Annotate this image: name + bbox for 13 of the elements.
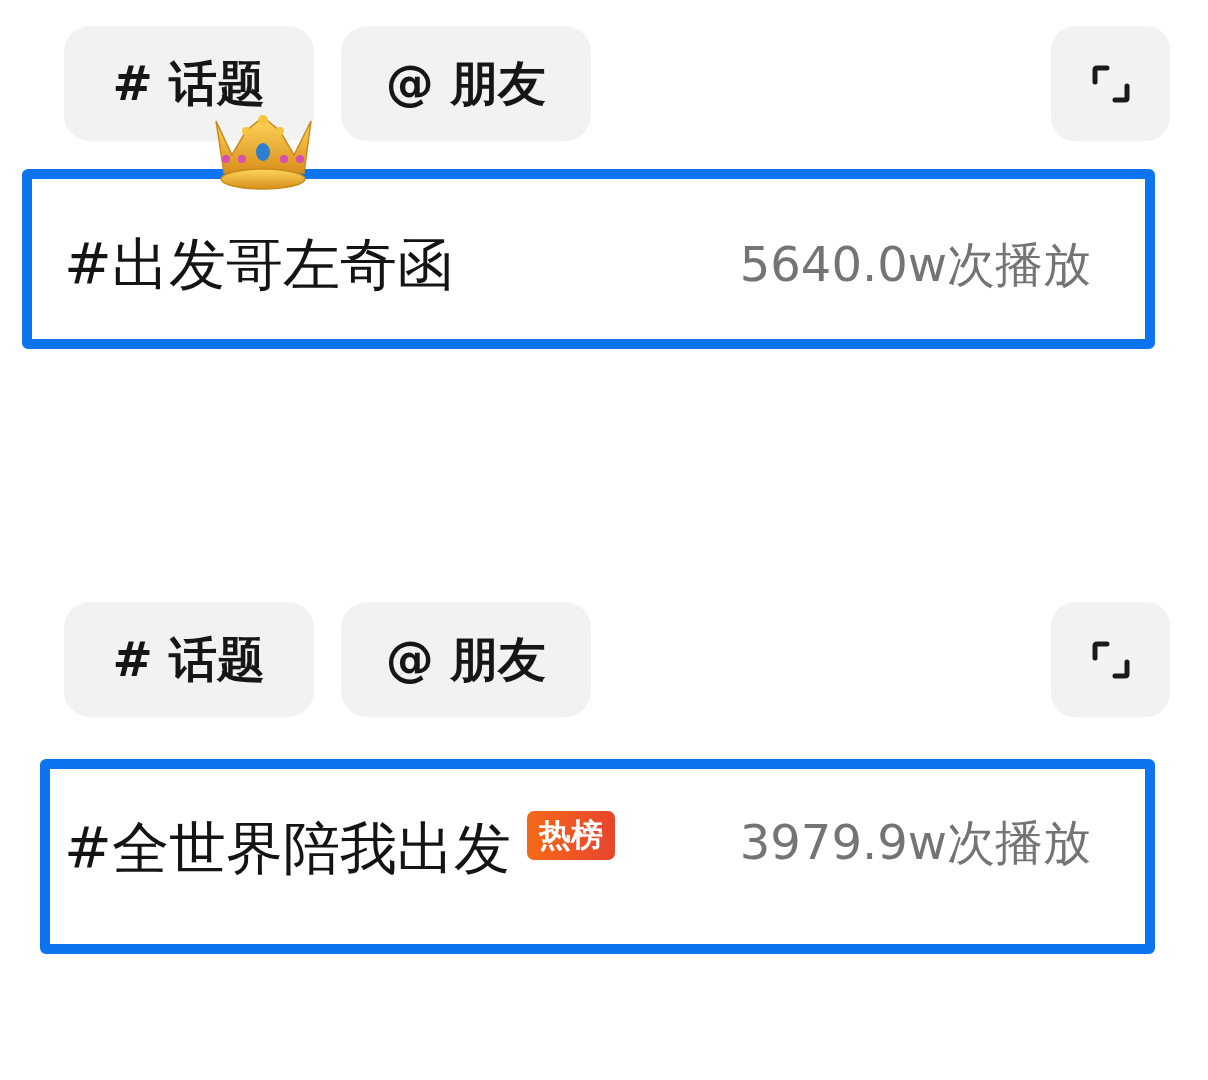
topic-title[interactable]: #出发哥左奇函 xyxy=(64,226,454,304)
chip-button[interactable]: # 话题 xyxy=(64,26,314,141)
chip-button[interactable]: @ 朋友 xyxy=(341,602,591,717)
expand-button[interactable] xyxy=(1051,602,1170,717)
chip-button[interactable]: @ 朋友 xyxy=(341,26,591,141)
expand-button[interactable] xyxy=(1051,26,1170,141)
play-count: 3979.9w次播放 xyxy=(739,813,1091,872)
chip-button[interactable]: # 话题 xyxy=(64,602,314,717)
hot-badge: 热榜 xyxy=(526,811,615,860)
expand-icon xyxy=(1090,639,1131,680)
play-count: 5640.0w次播放 xyxy=(739,235,1091,294)
expand-icon xyxy=(1090,63,1131,104)
topic-title[interactable]: #全世界陪我出发 xyxy=(64,811,511,888)
